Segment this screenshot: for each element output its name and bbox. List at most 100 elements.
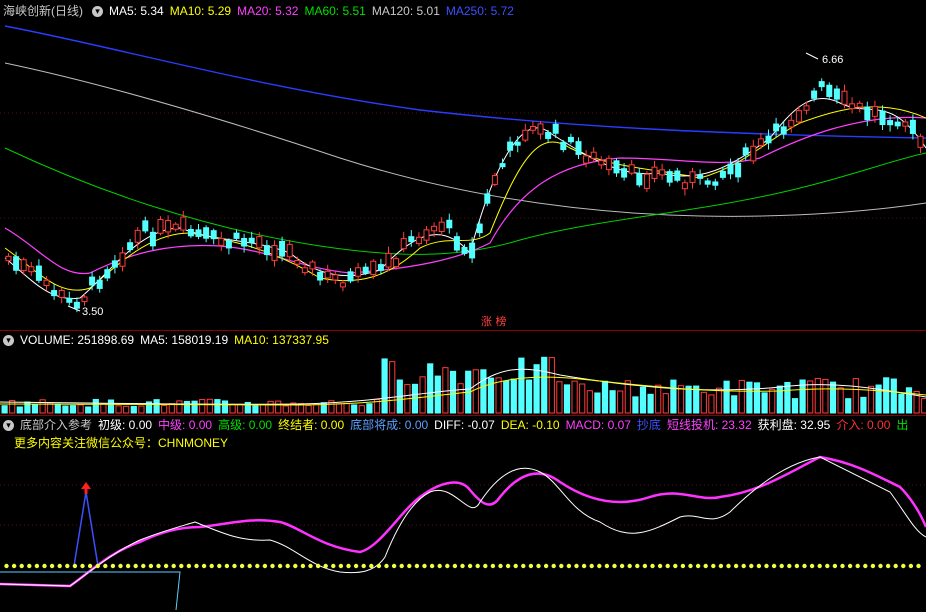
signal-dot [863, 563, 868, 569]
signal-dot [42, 563, 47, 569]
signal-dot [726, 563, 731, 569]
volume-bar [62, 405, 69, 414]
signal-dot [49, 563, 55, 569]
volume-bar [214, 399, 221, 414]
signal-dot [817, 563, 822, 569]
volume-bar [791, 398, 799, 414]
candle-body [28, 266, 35, 273]
signal-dot [460, 563, 465, 569]
volume-bar [305, 405, 312, 414]
signal-dot [597, 563, 602, 569]
volume-bar [662, 393, 669, 414]
signal-dot [559, 563, 564, 569]
volume-bar [100, 403, 107, 414]
signal-dot [794, 563, 800, 569]
signal-dot [673, 563, 678, 569]
volume-bar [609, 390, 616, 414]
signal-dot [293, 563, 298, 569]
volume-bar [601, 380, 609, 414]
volume-bar [199, 399, 206, 414]
signal-dot [627, 563, 632, 569]
zhongji-value: 中级: 0.00 [158, 418, 213, 432]
volume-bar [541, 356, 548, 414]
chu-label: 出 [896, 418, 909, 432]
volume-bar [480, 369, 487, 414]
signal-dot [80, 563, 85, 569]
volume-chart[interactable] [0, 347, 926, 415]
candle-body [438, 221, 445, 233]
signal-dot [4, 563, 9, 569]
volume-bar [852, 378, 859, 414]
jieru-value: 介入: 0.00 [836, 418, 891, 432]
chevron-down-icon[interactable]: ▾ [3, 334, 14, 346]
chevron-down-icon[interactable]: ▾ [92, 5, 103, 17]
candle-body [81, 296, 88, 303]
candle-body [750, 145, 757, 162]
signal-dot [498, 563, 503, 569]
signal-dot [749, 563, 754, 569]
candle-body [704, 180, 711, 185]
diff-value: DIFF: -0.07 [434, 418, 495, 432]
candle-body [377, 264, 384, 271]
candle-body [89, 276, 96, 286]
volume-bar [898, 393, 905, 414]
signal-dot [239, 563, 245, 569]
volume-bar [548, 357, 555, 414]
candle-body [841, 90, 848, 105]
signal-dot [232, 563, 237, 569]
candle-body [651, 166, 658, 179]
candle-body [73, 301, 80, 309]
signal-dot [650, 563, 655, 569]
signal-dot [771, 563, 777, 569]
volume-bar [845, 398, 852, 414]
chuji-value: 初级: 0.00 [98, 418, 153, 432]
volume-bar [495, 377, 502, 414]
volume-bar [221, 400, 229, 414]
price-chart[interactable]: 6.66 3.50 涨 榜 [0, 18, 926, 330]
candle-body [241, 237, 248, 247]
signal-dot [34, 563, 40, 569]
candle-body [719, 170, 726, 178]
indicator-chart[interactable] [0, 452, 926, 610]
signal-dot [680, 563, 686, 569]
volume-bar [366, 403, 373, 414]
dea-value: DEA: -0.10 [500, 418, 560, 432]
signal-dot [110, 563, 116, 569]
candle-body [400, 238, 407, 250]
candle-body [583, 155, 590, 164]
signal-dot [528, 563, 534, 569]
candle-body [514, 141, 521, 146]
chevron-down-icon[interactable]: ▾ [3, 419, 14, 431]
candle-body [742, 147, 749, 156]
volume-bar [784, 381, 791, 414]
volume-bar [814, 377, 821, 414]
signal-dot [809, 563, 815, 569]
signal-dot [262, 563, 268, 569]
candle-body [529, 125, 536, 131]
signal-dot [308, 563, 313, 569]
signal-dot [338, 563, 344, 569]
volume-bar [533, 364, 540, 414]
candle-body [795, 110, 802, 123]
duanxian-value: 短线投机: 23.32 [666, 418, 752, 432]
indicator-note: 更多内容关注微信公众号：CHNMONEY [14, 434, 234, 452]
volume-bar [54, 403, 61, 414]
signal-dot [156, 563, 161, 569]
signal-dot [87, 563, 93, 569]
volume-bar [168, 403, 175, 414]
candle-body [621, 168, 628, 178]
volume-bar [700, 391, 707, 414]
candle-body [871, 105, 878, 117]
signal-dot [574, 563, 579, 569]
volume-bar [731, 395, 738, 414]
macd-value: MACD: 0.07 [565, 418, 631, 432]
zhongjie-value: 终结者: 0.00 [278, 418, 345, 432]
signal-dot [467, 563, 473, 569]
ma60-line [4, 147, 926, 255]
volume-bar [229, 403, 236, 414]
volume-bar [624, 380, 631, 414]
volume-bar [107, 399, 115, 414]
candle-body [811, 90, 818, 99]
signal-dot [779, 563, 784, 569]
candle-body [765, 135, 772, 144]
